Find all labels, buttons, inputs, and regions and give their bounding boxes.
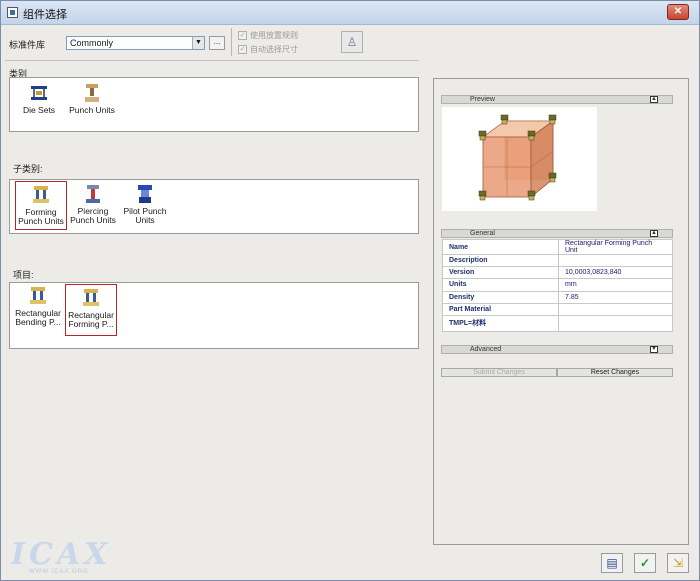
- general-label: General: [470, 230, 495, 237]
- punch-unit-3d-model: [478, 114, 557, 201]
- item-rectangular-bending[interactable]: Rectangular Bending P...: [12, 285, 64, 327]
- item-label: Rectangular Forming P...: [68, 310, 114, 329]
- subcategory-panel: Forming Punch Units Piercing Punch Units…: [9, 179, 419, 234]
- library-label: 标准件库: [9, 40, 46, 50]
- preview-image: [442, 107, 597, 211]
- close-button[interactable]: ✕: [667, 4, 689, 20]
- checkmark-icon: ✓: [639, 556, 651, 570]
- category-panel: Die Sets Punch Units: [9, 77, 419, 132]
- reset-changes-button[interactable]: Reset Changes: [557, 368, 673, 377]
- ok-button[interactable]: ✓: [634, 553, 656, 573]
- category-item-label: Die Sets: [22, 105, 56, 115]
- property-key: Description: [442, 253, 559, 268]
- table-row: Name Rectangular Forming Punch Unit: [442, 239, 673, 255]
- window-title: 组件选择: [23, 9, 67, 21]
- exit-icon: ⇲: [672, 556, 684, 570]
- property-value[interactable]: 7.85: [558, 290, 673, 304]
- preview-label: Preview: [470, 96, 495, 103]
- property-value[interactable]: [558, 302, 673, 316]
- items-label: 项目:: [13, 270, 34, 280]
- info-button[interactable]: ▤: [601, 553, 623, 573]
- property-value[interactable]: Rectangular Forming Punch Unit: [558, 239, 673, 255]
- auto-size-checkbox[interactable]: ✓ 自动选择尺寸: [238, 44, 298, 55]
- submit-changes-button[interactable]: Submit Changes: [441, 368, 557, 377]
- change-buttons: Submit Changes Reset Changes: [441, 368, 673, 377]
- general-properties-table: Name Rectangular Forming Punch Unit Desc…: [442, 239, 673, 332]
- title-bar: 组件选择 ✕: [1, 1, 699, 25]
- library-value: Commonly: [70, 38, 114, 48]
- property-value[interactable]: [558, 253, 673, 268]
- pilot-punch-icon: [138, 185, 152, 203]
- advanced-label: Advanced: [470, 346, 502, 353]
- item-rectangular-forming[interactable]: Rectangular Forming P...: [65, 284, 117, 336]
- category-item-punch-units[interactable]: Punch Units: [66, 82, 118, 115]
- forming-punch-icon: [33, 186, 49, 203]
- subcategory-item-label: Piercing Punch Units: [70, 206, 116, 225]
- info-person-button[interactable]: ♙: [341, 31, 363, 53]
- cancel-button[interactable]: ⇲: [667, 553, 689, 573]
- library-dropdown[interactable]: Commonly ▼: [66, 36, 205, 50]
- forming-punch-icon: [83, 289, 99, 306]
- collapse-icon[interactable]: ▲: [650, 96, 658, 103]
- property-key: Units: [442, 278, 559, 292]
- die-sets-icon: [31, 86, 47, 100]
- window-icon: [7, 7, 18, 18]
- property-key: Density: [442, 290, 559, 304]
- component-selection-window: 组件选择 ✕ 标准件库 Commonly ▼ ... ✓ 使用放置规则 ✓ 自动选择…: [0, 0, 700, 581]
- checkbox-check-icon: ✓: [238, 31, 247, 40]
- chevron-down-icon[interactable]: ▼: [192, 37, 204, 49]
- preview-header[interactable]: Preview ▲: [441, 95, 673, 104]
- property-value[interactable]: mm: [558, 278, 673, 292]
- items-panel: Rectangular Bending P... Rectangular For…: [9, 282, 419, 349]
- auto-size-label: 自动选择尺寸: [250, 45, 298, 54]
- subcategory-item-label: Forming Punch Units: [18, 207, 64, 226]
- bending-punch-icon: [30, 287, 46, 304]
- watermark-url: WWW.ICAX.ORG: [29, 569, 89, 575]
- browse-button[interactable]: ...: [209, 36, 225, 50]
- subcategory-item-label: Pilot Punch Units: [123, 206, 167, 225]
- toolbar-divider: [231, 28, 232, 56]
- expand-icon[interactable]: ▼: [650, 346, 658, 353]
- watermark-logo: ICAX: [11, 537, 112, 572]
- category-item-label: Punch Units: [69, 105, 115, 115]
- property-value[interactable]: [558, 314, 673, 332]
- table-row: Units mm: [442, 278, 673, 292]
- table-row: TMPL=材料: [442, 314, 673, 332]
- subcategory-label: 子类别:: [13, 164, 43, 174]
- table-row: Version 10,0003,0823,840: [442, 266, 673, 280]
- placement-rules-label: 使用放置规则: [250, 31, 298, 40]
- table-row: Description: [442, 253, 673, 268]
- table-row: Part Material: [442, 302, 673, 316]
- item-label: Rectangular Bending P...: [15, 308, 61, 327]
- checkbox-check-icon: ✓: [238, 45, 247, 54]
- table-row: Density 7.85: [442, 290, 673, 304]
- property-key: Name: [442, 239, 559, 255]
- property-key: Part Material: [442, 302, 559, 316]
- collapse-icon[interactable]: ▲: [650, 230, 658, 237]
- piercing-punch-icon: [86, 185, 100, 203]
- punch-units-icon: [85, 84, 99, 102]
- subcategory-item-piercing[interactable]: Piercing Punch Units: [67, 183, 119, 225]
- property-key: TMPL=材料: [442, 314, 559, 332]
- advanced-header[interactable]: Advanced ▼: [441, 345, 673, 354]
- document-icon: ▤: [606, 556, 618, 570]
- property-key: Version: [442, 266, 559, 280]
- toolbar-separator: [5, 60, 419, 61]
- general-header[interactable]: General ▲: [441, 229, 673, 238]
- subcategory-item-pilot[interactable]: Pilot Punch Units: [119, 183, 171, 225]
- placement-rules-checkbox[interactable]: ✓ 使用放置规则: [238, 30, 298, 41]
- person-icon: ♙: [346, 35, 358, 49]
- property-value[interactable]: 10,0003,0823,840: [558, 266, 673, 280]
- subcategory-item-forming[interactable]: Forming Punch Units: [15, 181, 67, 230]
- category-item-die-sets[interactable]: Die Sets: [13, 82, 65, 115]
